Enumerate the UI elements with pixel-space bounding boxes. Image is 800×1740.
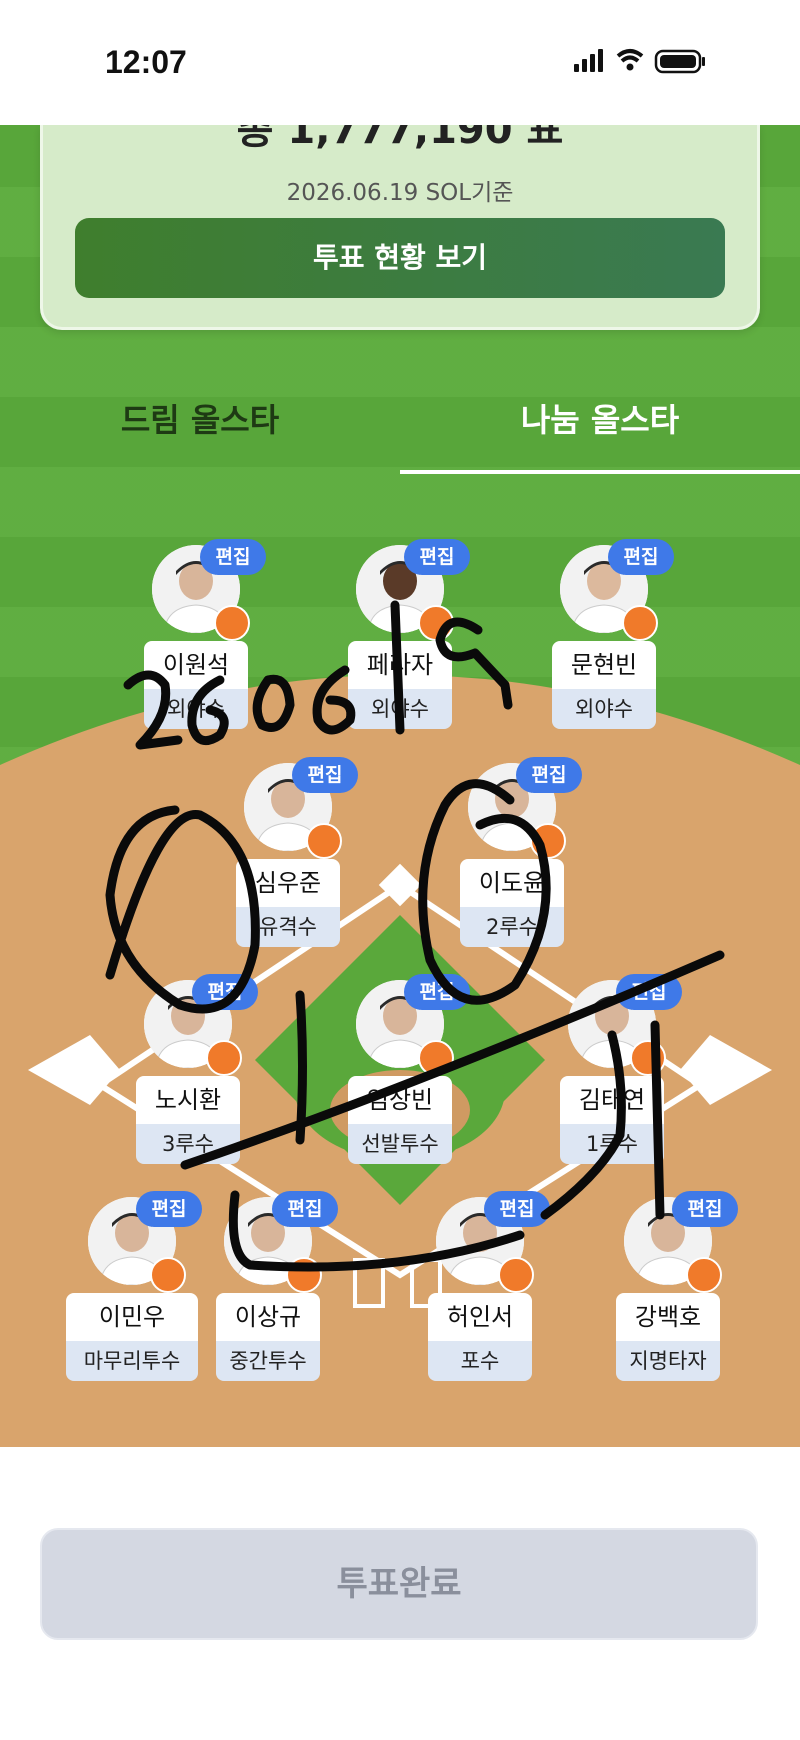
edit-button[interactable]: 편집 — [404, 539, 470, 575]
view-vote-status-button[interactable]: 투표 현황 보기 — [75, 218, 725, 298]
edit-button[interactable]: 편집 — [272, 1191, 338, 1227]
player-position: 1루수 — [560, 1124, 664, 1164]
edit-button[interactable]: 편집 — [484, 1191, 550, 1227]
team-logo-icon — [306, 823, 342, 859]
player-name: 노시환 — [136, 1076, 240, 1124]
signal-wifi-battery-icon — [574, 49, 705, 74]
player-position: 지명타자 — [616, 1341, 720, 1381]
player-card-outfield-2[interactable]: 편집 페라자 외야수 — [334, 539, 470, 745]
player-card-first-base[interactable]: 편집 김태연 1루수 — [546, 974, 682, 1180]
player-name: 페라자 — [348, 641, 452, 689]
player-position: 외야수 — [348, 689, 452, 729]
team-logo-icon — [418, 605, 454, 641]
team-logo-icon — [286, 1257, 322, 1293]
tab-nanum-allstar[interactable]: 나눔 올스타 — [400, 370, 800, 470]
player-position: 유격수 — [236, 907, 340, 947]
player-card-designated-hitter[interactable]: 편집 강백호 지명타자 — [602, 1191, 738, 1397]
player-name: 강백호 — [616, 1293, 720, 1341]
player-card-closer[interactable]: 편집 이민우 마무리투수 — [66, 1191, 202, 1397]
player-name: 이원석 — [144, 641, 248, 689]
vote-summary-card: 총 1,777,190 표 2026.06.19 SOL기준 투표 현황 보기 — [40, 125, 760, 330]
tab-dream-allstar[interactable]: 드림 올스타 — [0, 370, 400, 470]
vote-date: 2026.06.19 SOL기준 — [286, 180, 514, 206]
player-name: 이민우 — [66, 1293, 198, 1341]
team-logo-icon — [530, 823, 566, 859]
allstar-tabs: 드림 올스타 나눔 올스타 — [0, 370, 800, 470]
edit-button[interactable]: 편집 — [608, 539, 674, 575]
edit-button[interactable]: 편집 — [192, 974, 258, 1010]
team-logo-icon — [686, 1257, 722, 1293]
player-position: 포수 — [428, 1341, 532, 1381]
vote-complete-button[interactable]: 투표완료 — [40, 1528, 758, 1640]
player-card-outfield-3[interactable]: 편집 문현빈 외야수 — [538, 539, 674, 745]
player-name: 문현빈 — [552, 641, 656, 689]
player-position: 3루수 — [136, 1124, 240, 1164]
player-card-catcher[interactable]: 편집 허인서 포수 — [414, 1191, 550, 1397]
edit-button[interactable]: 편집 — [292, 757, 358, 793]
player-card-outfield-1[interactable]: 편집 이원석 외야수 — [130, 539, 266, 745]
total-votes: 총 1,777,190 표 — [236, 125, 564, 153]
player-card-third-base[interactable]: 편집 노시환 3루수 — [122, 974, 258, 1180]
player-name: 김태연 — [560, 1076, 664, 1124]
team-logo-icon — [150, 1257, 186, 1293]
team-logo-icon — [630, 1040, 666, 1076]
status-time: 12:07 — [105, 44, 187, 80]
player-card-shortstop[interactable]: 편집 심우준 유격수 — [222, 757, 358, 963]
edit-button[interactable]: 편집 — [672, 1191, 738, 1227]
player-name: 이상규 — [216, 1293, 320, 1341]
active-tab-indicator — [400, 470, 800, 474]
player-position: 선발투수 — [348, 1124, 452, 1164]
player-card-starting-pitcher[interactable]: 편집 엄상빈 선발투수 — [334, 974, 470, 1180]
team-logo-icon — [206, 1040, 242, 1076]
status-icons — [570, 46, 730, 80]
edit-button[interactable]: 편집 — [136, 1191, 202, 1227]
baseball-field: 총 1,777,190 표 2026.06.19 SOL기준 투표 현황 보기 … — [0, 125, 800, 1447]
player-card-second-base[interactable]: 편집 이도윤 2루수 — [446, 757, 582, 963]
player-position: 2루수 — [460, 907, 564, 947]
edit-button[interactable]: 편집 — [404, 974, 470, 1010]
player-name: 엄상빈 — [348, 1076, 452, 1124]
team-logo-icon — [498, 1257, 534, 1293]
player-position: 마무리투수 — [66, 1341, 198, 1381]
team-logo-icon — [214, 605, 250, 641]
player-card-middle-reliever[interactable]: 편집 이상규 중간투수 — [202, 1191, 338, 1397]
edit-button[interactable]: 편집 — [616, 974, 682, 1010]
edit-button[interactable]: 편집 — [516, 757, 582, 793]
player-name: 허인서 — [428, 1293, 532, 1341]
player-name: 이도윤 — [460, 859, 564, 907]
status-bar: 12:07 — [0, 0, 800, 125]
edit-button[interactable]: 편집 — [200, 539, 266, 575]
player-position: 외야수 — [144, 689, 248, 729]
team-logo-icon — [418, 1040, 454, 1076]
player-position: 외야수 — [552, 689, 656, 729]
player-position: 중간투수 — [216, 1341, 320, 1381]
team-logo-icon — [622, 605, 658, 641]
player-name: 심우준 — [236, 859, 340, 907]
